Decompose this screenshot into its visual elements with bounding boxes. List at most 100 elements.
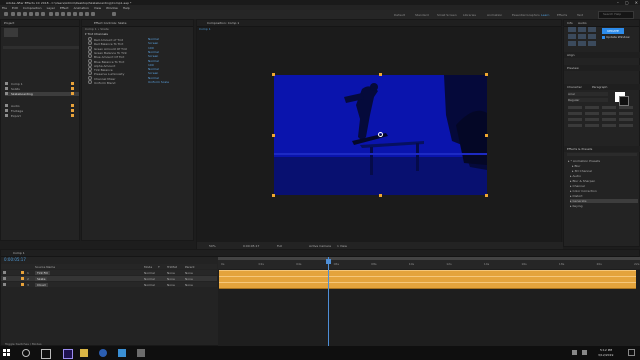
layer-name[interactable]: Tint Fill [35,271,50,275]
effects-category[interactable]: ▸ Distort [570,194,638,198]
menu-composition[interactable]: Composition [23,6,42,10]
effects-category[interactable]: ▸ * Animation Presets [568,159,638,163]
effects-category[interactable]: ▸ Blur [572,164,638,168]
pen-tool-icon[interactable] [55,12,59,16]
transform-handle[interactable] [485,73,488,76]
search-icon[interactable] [22,349,30,357]
project-tab[interactable]: Project [4,21,14,25]
character-tab[interactable]: Character [567,85,582,89]
effects-search-input[interactable] [567,153,637,156]
layer-name[interactable]: Cloud [35,283,48,287]
col-source-name[interactable]: Source Name [35,265,55,269]
layer-parent[interactable]: None [185,271,193,275]
workspace-libraries[interactable]: Libraries [463,13,476,17]
menu-layer[interactable]: Layer [47,6,55,10]
network-icon[interactable] [572,350,577,355]
transform-handle[interactable] [379,194,382,197]
info-tab[interactable]: Info [567,21,573,25]
app-icon[interactable] [137,349,145,357]
selection-tool-icon[interactable] [11,12,15,16]
start-icon[interactable] [3,349,11,357]
composition-frame[interactable] [274,75,487,195]
pan-behind-tool-icon[interactable] [41,12,45,16]
menu-help[interactable]: Help [123,6,130,10]
resolution-dropdown[interactable]: Full [277,244,282,248]
workspace-animation[interactable]: Animation [487,13,502,17]
roto-brush-tool-icon[interactable] [85,12,89,16]
notifications-icon[interactable] [628,349,635,356]
align-grid[interactable] [568,27,598,47]
font-family-dropdown[interactable]: Arial [568,92,608,96]
menu-file[interactable]: File [2,6,7,10]
comp-subtab[interactable]: Comp 1 [199,27,211,31]
project-item[interactable]: Audio [5,104,79,108]
project-item[interactable]: Export [5,114,79,118]
anchor-point-icon[interactable] [378,132,383,137]
transform-handle[interactable] [485,194,488,197]
volume-icon[interactable] [582,350,587,355]
project-item[interactable]: Skateboarding [5,92,79,96]
update-button[interactable]: UPDATE [602,28,624,34]
home-icon[interactable] [4,12,8,16]
visibility-eye-icon[interactable] [3,271,6,274]
effect-header[interactable]: ▾ Tint Channels [85,32,193,36]
effects-category[interactable]: ▸ Keying [570,204,638,208]
project-item[interactable]: Solids [5,87,79,91]
timeline-layer-row[interactable]: 1 Tint Fill Normal None None [1,270,217,275]
layer-trkmat[interactable]: None [167,271,175,275]
rectangle-tool-icon[interactable] [49,12,53,16]
layer-parent[interactable]: None [185,283,193,287]
store-icon[interactable] [118,349,126,357]
viewer-timecode[interactable]: 0:00:05:17 [243,244,259,248]
clock-time[interactable]: 5:12 PM [600,348,612,352]
hand-tool-icon[interactable] [17,12,21,16]
col-mode[interactable]: Mode [144,265,152,269]
paragraph-tab[interactable]: Paragraph [592,85,607,89]
zoom-tool-icon[interactable] [23,12,27,16]
composition-tab[interactable]: Composition: Comp 1 [207,21,239,25]
workspace-small-screen[interactable]: Small Screen [437,13,457,17]
workspace-learn[interactable]: Learn [541,13,549,17]
eraser-tool-icon[interactable] [79,12,83,16]
workspace-essential-graphics[interactable]: Essential Graphics [512,13,540,17]
transform-handle[interactable] [272,73,275,76]
workspace-effects[interactable]: Effects [557,13,567,17]
rotate-tool-icon[interactable] [29,12,33,16]
timeline-layer-row[interactable]: 2 Skate Normal None None [1,276,217,281]
menu-effect[interactable]: Effect [60,6,69,10]
visibility-eye-icon[interactable] [3,277,6,280]
layer-bar[interactable] [219,282,636,289]
col-parent[interactable]: Parent [185,265,195,269]
transform-handle[interactable] [272,194,275,197]
playhead[interactable] [328,257,329,347]
browser-icon[interactable] [99,349,107,357]
character-settings-grid[interactable] [568,106,634,140]
effects-category[interactable]: ▸ Blur & Sharpen [570,179,638,183]
layer-mode[interactable]: Normal [144,277,155,281]
effects-category[interactable]: ▸ Generate [570,199,638,203]
layer-mode[interactable]: Normal [144,271,155,275]
label-color-icon[interactable] [21,277,24,280]
effect-controls-tab[interactable]: Effect Controls: Skate [94,21,126,25]
project-item[interactable]: Footage [5,109,79,113]
timeline-timecode[interactable]: 0:00:05:17 [4,257,26,262]
menu-view[interactable]: View [94,6,101,10]
clock-date[interactable]: 3/12/2019 [598,353,613,357]
workspace-text[interactable]: Text [577,13,583,17]
camera-tool-icon[interactable] [35,12,39,16]
after-effects-app-icon[interactable] [63,349,73,359]
type-tool-icon[interactable] [61,12,65,16]
task-view-icon[interactable] [41,349,51,359]
audio-tab[interactable]: Audio [578,21,587,25]
effects-category[interactable]: ▸ 3D Channel [572,169,638,173]
views-dropdown[interactable]: 1 View [337,244,347,248]
work-area-bar[interactable] [218,257,640,260]
menu-edit[interactable]: Edit [12,6,18,10]
property-value[interactable]: Uniform Scale [148,80,169,84]
stopwatch-icon[interactable] [88,80,92,84]
layer-trkmat[interactable]: None [167,283,175,287]
transform-handle[interactable] [379,73,382,76]
clone-stamp-tool-icon[interactable] [73,12,77,16]
brush-tool-icon[interactable] [67,12,71,16]
effects-presets-tab[interactable]: Effects & Presets [567,147,592,151]
